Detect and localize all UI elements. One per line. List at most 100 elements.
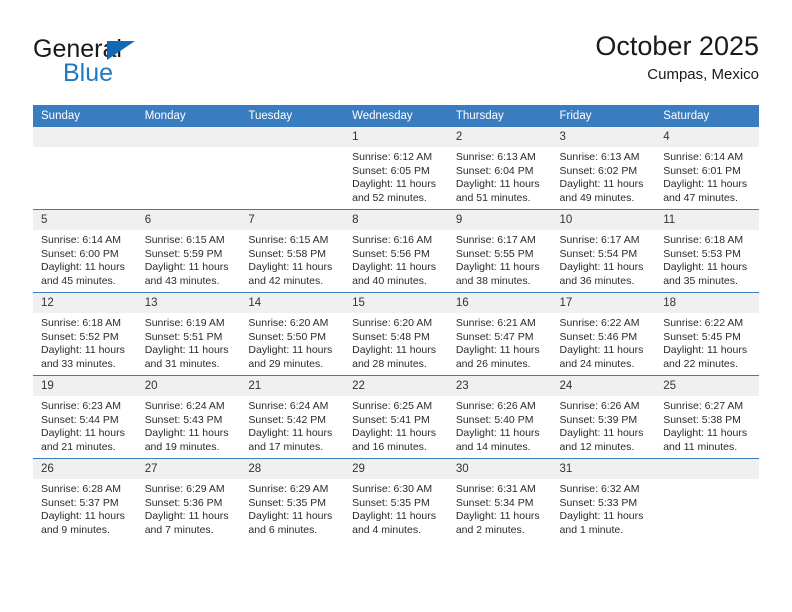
- weekday-header-sunday: Sunday: [33, 105, 137, 127]
- day-details: Sunrise: 6:14 AM Sunset: 6:00 PM Daylight:…: [33, 230, 137, 288]
- day-cell-inner: 9 Sunrise: 6:17 AM Sunset: 5:55 PM Daylight…: [447, 210, 552, 292]
- day-cell-inner: 11 Sunrise: 6:18 AM Sunset: 5:53 PM Dayligh…: [655, 210, 759, 292]
- day-cell-inner: 10 Sunrise: 6:17 AM Sunset: 5:54 PM Dayligh…: [551, 210, 656, 292]
- day-cell[interactable]: 13 Sunrise: 6:19 AM Sunset: 5:51 PM Dayligh…: [136, 292, 241, 376]
- day-number: [240, 127, 345, 147]
- day-cell[interactable]: 27 Sunrise: 6:29 AM Sunset: 5:36 PM Dayligh…: [136, 458, 241, 541]
- day-number: 1: [344, 127, 448, 147]
- day-cell[interactable]: 10 Sunrise: 6:17 AM Sunset: 5:54 PM Dayligh…: [551, 209, 656, 293]
- calendar-week-row: 19 Sunrise: 6:23 AM Sunset: 5:44 PM Dayligh…: [33, 375, 759, 459]
- weekday-header-tuesday: Tuesday: [240, 105, 345, 127]
- day-cell[interactable]: 29 Sunrise: 6:30 AM Sunset: 5:35 PM Dayligh…: [344, 458, 448, 541]
- sunset-text: Sunset: 5:42 PM: [248, 413, 327, 426]
- sunset-text: Sunset: 5:46 PM: [559, 330, 638, 343]
- day-cell[interactable]: 20 Sunrise: 6:24 AM Sunset: 5:43 PM Dayligh…: [136, 375, 241, 459]
- day-details: Sunrise: 6:19 AM Sunset: 5:51 PM Daylight:…: [137, 313, 241, 371]
- day-cell[interactable]: 25 Sunrise: 6:27 AM Sunset: 5:38 PM Dayligh…: [655, 375, 759, 459]
- day-cell[interactable]: 12 Sunrise: 6:18 AM Sunset: 5:52 PM Dayligh…: [33, 292, 137, 376]
- sunrise-text: Sunrise: 6:29 AM: [144, 483, 225, 495]
- day-cell[interactable]: 19 Sunrise: 6:23 AM Sunset: 5:44 PM Dayligh…: [33, 375, 137, 459]
- day-cell-inner: 5 Sunrise: 6:14 AM Sunset: 6:00 PM Daylight…: [33, 210, 137, 292]
- sunset-text: Sunset: 5:34 PM: [455, 496, 534, 509]
- day-cell[interactable]: 11 Sunrise: 6:18 AM Sunset: 5:53 PM Dayligh…: [655, 209, 759, 293]
- day-cell[interactable]: 8 Sunrise: 6:16 AM Sunset: 5:56 PM Daylight…: [344, 209, 448, 293]
- day-cell[interactable]: 3 Sunrise: 6:13 AM Sunset: 6:02 PM Daylight…: [551, 127, 656, 210]
- day-cell[interactable]: 30 Sunrise: 6:31 AM Sunset: 5:34 PM Dayligh…: [447, 458, 552, 541]
- sunset-text: Sunset: 5:51 PM: [144, 330, 223, 343]
- day-cell-inner: [136, 127, 241, 209]
- day-cell[interactable]: 31 Sunrise: 6:32 AM Sunset: 5:33 PM Dayligh…: [551, 458, 656, 541]
- day-cell[interactable]: 1 Sunrise: 6:12 AM Sunset: 6:05 PM Daylight…: [344, 127, 448, 210]
- day-cell-inner: [655, 459, 759, 541]
- day-cell[interactable]: 6 Sunrise: 6:15 AM Sunset: 5:59 PM Daylight…: [136, 209, 241, 293]
- day-cell-inner: 2 Sunrise: 6:13 AM Sunset: 6:04 PM Daylight…: [447, 127, 552, 209]
- day-number: 18: [655, 293, 759, 313]
- day-cell[interactable]: 28 Sunrise: 6:29 AM Sunset: 5:35 PM Dayligh…: [240, 458, 345, 541]
- day-cell[interactable]: 23 Sunrise: 6:26 AM Sunset: 5:40 PM Dayligh…: [447, 375, 552, 459]
- daylight-text-line2: and 40 minutes.: [352, 274, 427, 287]
- weekday-header-friday: Friday: [551, 105, 656, 127]
- day-number: 6: [136, 210, 241, 230]
- day-cell-inner: 14 Sunrise: 6:20 AM Sunset: 5:50 PM Dayligh…: [240, 293, 345, 375]
- day-number: 14: [240, 293, 345, 313]
- day-details: Sunrise: 6:29 AM Sunset: 5:35 PM Daylight:…: [240, 479, 344, 537]
- sunrise-text: Sunrise: 6:29 AM: [248, 483, 329, 495]
- sunrise-text: Sunrise: 6:26 AM: [455, 400, 536, 412]
- sunset-text: Sunset: 6:02 PM: [559, 164, 638, 177]
- day-number: 2: [447, 127, 552, 147]
- day-details: Sunrise: 6:26 AM Sunset: 5:40 PM Daylight:…: [448, 396, 552, 454]
- day-cell-inner: 19 Sunrise: 6:23 AM Sunset: 5:44 PM Dayligh…: [33, 376, 137, 458]
- day-cell[interactable]: 17 Sunrise: 6:22 AM Sunset: 5:46 PM Dayligh…: [551, 292, 656, 376]
- day-number: 21: [240, 376, 345, 396]
- day-cell[interactable]: 16 Sunrise: 6:21 AM Sunset: 5:47 PM Dayligh…: [447, 292, 552, 376]
- day-number: 4: [655, 127, 759, 147]
- sunset-text: Sunset: 5:41 PM: [352, 413, 430, 426]
- daylight-text-line1: Daylight: 11 hours: [559, 344, 644, 356]
- day-number: 17: [551, 293, 656, 313]
- title-block: October 2025 Cumpas, Mexico: [595, 30, 759, 84]
- day-number: 19: [33, 376, 137, 396]
- day-number: 10: [551, 210, 656, 230]
- day-cell[interactable]: 24 Sunrise: 6:26 AM Sunset: 5:39 PM Dayligh…: [551, 375, 656, 459]
- sunrise-text: Sunrise: 6:30 AM: [352, 483, 433, 495]
- daylight-text-line1: Daylight: 11 hours: [559, 510, 644, 522]
- daylight-text-line1: Daylight: 11 hours: [248, 344, 333, 356]
- general-blue-logo[interactable]: General Blue: [33, 36, 263, 92]
- day-cell-inner: 7 Sunrise: 6:15 AM Sunset: 5:58 PM Daylight…: [240, 210, 345, 292]
- day-cell[interactable]: 9 Sunrise: 6:17 AM Sunset: 5:55 PM Daylight…: [447, 209, 552, 293]
- day-number: [33, 127, 137, 147]
- sunset-text: Sunset: 5:48 PM: [352, 330, 430, 343]
- day-cell[interactable]: 15 Sunrise: 6:20 AM Sunset: 5:48 PM Dayligh…: [344, 292, 448, 376]
- day-cell-inner: [33, 127, 137, 209]
- daylight-text-line2: and 2 minutes.: [455, 523, 525, 536]
- day-cell[interactable]: 26 Sunrise: 6:28 AM Sunset: 5:37 PM Dayligh…: [33, 458, 137, 541]
- page-title: October 2025: [595, 31, 759, 61]
- day-cell-inner: 6 Sunrise: 6:15 AM Sunset: 5:59 PM Daylight…: [136, 210, 241, 292]
- daylight-text-line2: and 43 minutes.: [144, 274, 220, 287]
- sunrise-text: Sunrise: 6:13 AM: [559, 151, 640, 163]
- day-cell[interactable]: 2 Sunrise: 6:13 AM Sunset: 6:04 PM Daylight…: [447, 127, 552, 210]
- sunrise-text: Sunrise: 6:12 AM: [352, 151, 433, 163]
- day-cell-empty: [240, 127, 345, 210]
- sunset-text: Sunset: 6:05 PM: [352, 164, 430, 177]
- daylight-text-line1: Daylight: 11 hours: [248, 427, 333, 439]
- calendar-header-row: Sunday Monday Tuesday Wednesday Thursday…: [33, 105, 759, 127]
- weekday-header-wednesday: Wednesday: [344, 105, 448, 127]
- sunrise-text: Sunrise: 6:31 AM: [455, 483, 536, 495]
- day-cell[interactable]: 4 Sunrise: 6:14 AM Sunset: 6:01 PM Daylight…: [655, 127, 759, 210]
- sunset-text: Sunset: 5:50 PM: [248, 330, 327, 343]
- daylight-text-line1: Daylight: 11 hours: [559, 261, 644, 273]
- day-cell[interactable]: 21 Sunrise: 6:24 AM Sunset: 5:42 PM Dayligh…: [240, 375, 345, 459]
- sunrise-text: Sunrise: 6:25 AM: [352, 400, 433, 412]
- day-details: Sunrise: 6:22 AM Sunset: 5:46 PM Daylight:…: [552, 313, 656, 371]
- sunrise-text: Sunrise: 6:21 AM: [455, 317, 536, 329]
- day-cell[interactable]: 22 Sunrise: 6:25 AM Sunset: 5:41 PM Dayligh…: [344, 375, 448, 459]
- sunrise-text: Sunrise: 6:15 AM: [248, 234, 329, 246]
- day-cell[interactable]: 14 Sunrise: 6:20 AM Sunset: 5:50 PM Dayligh…: [240, 292, 345, 376]
- day-cell-inner: 30 Sunrise: 6:31 AM Sunset: 5:34 PM Dayligh…: [447, 459, 552, 541]
- day-cell[interactable]: 5 Sunrise: 6:14 AM Sunset: 6:00 PM Daylight…: [33, 209, 137, 293]
- day-cell[interactable]: 7 Sunrise: 6:15 AM Sunset: 5:58 PM Daylight…: [240, 209, 345, 293]
- day-number: 13: [136, 293, 241, 313]
- day-details: Sunrise: 6:13 AM Sunset: 6:02 PM Daylight:…: [552, 147, 656, 205]
- day-cell[interactable]: 18 Sunrise: 6:22 AM Sunset: 5:45 PM Dayligh…: [655, 292, 759, 376]
